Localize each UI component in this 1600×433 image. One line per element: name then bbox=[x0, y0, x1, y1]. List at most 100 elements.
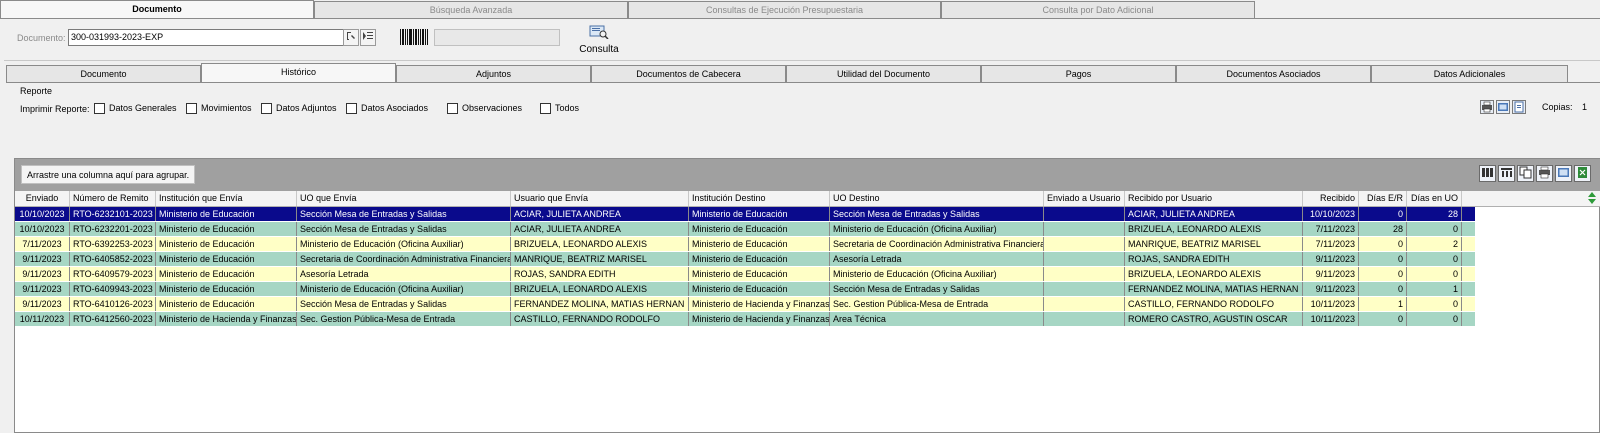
cell-uo-envia[interactable]: Sec. Gestion Pública-Mesa de Entrada bbox=[297, 312, 511, 326]
cell-uo-destino[interactable]: Area Técnica bbox=[830, 312, 1044, 326]
cell-uo-destino[interactable]: Ministerio de Educación (Oficina Auxilia… bbox=[830, 222, 1044, 236]
cell-dias-uo[interactable]: 28 bbox=[1407, 207, 1462, 221]
cell-enviado-usuario[interactable] bbox=[1044, 312, 1125, 326]
cell-enviado-usuario[interactable] bbox=[1044, 297, 1125, 311]
cell-dias-uo[interactable]: 0 bbox=[1407, 222, 1462, 236]
cell-numero-remito[interactable]: RTO-6410126-2023 bbox=[70, 297, 156, 311]
cell-enviado-usuario[interactable] bbox=[1044, 267, 1125, 281]
cell-uo-destino[interactable]: Sec. Gestion Pública-Mesa de Entrada bbox=[830, 297, 1044, 311]
cell-institucion-envia[interactable]: Ministerio de Educación bbox=[156, 237, 297, 251]
cell-recibido[interactable]: 9/11/2023 bbox=[1303, 282, 1359, 296]
cell-dias-er[interactable]: 1 bbox=[1359, 297, 1407, 311]
tab-documentos-cabecera[interactable]: Documentos de Cabecera bbox=[591, 65, 786, 82]
column-header-enviado-usuario[interactable]: Enviado a Usuario bbox=[1044, 191, 1125, 206]
copy-icon[interactable] bbox=[1517, 165, 1534, 182]
cell-enviado-usuario[interactable] bbox=[1044, 252, 1125, 266]
grid-print-icon[interactable] bbox=[1536, 165, 1553, 182]
cell-institucion-destino[interactable]: Ministerio de Hacienda y Finanzas bbox=[689, 297, 830, 311]
column-header-numero-remito[interactable]: Número de Remito bbox=[70, 191, 156, 206]
cell-dias-er[interactable]: 0 bbox=[1359, 207, 1407, 221]
cell-usuario-envia[interactable]: BRIZUELA, LEONARDO ALEXIS bbox=[511, 282, 689, 296]
cell-enviado[interactable]: 9/11/2023 bbox=[15, 297, 70, 311]
cell-enviado[interactable]: 7/11/2023 bbox=[15, 237, 70, 251]
table-row[interactable]: 10/11/2023 RTO-6412560-2023 Ministerio d… bbox=[15, 312, 1475, 327]
cell-enviado-usuario[interactable] bbox=[1044, 237, 1125, 251]
consulta-button[interactable]: Consulta bbox=[573, 25, 625, 59]
cell-institucion-destino[interactable]: Ministerio de Educación bbox=[689, 252, 830, 266]
checkbox-box[interactable] bbox=[447, 102, 458, 114]
cell-uo-destino[interactable]: Asesoría Letrada bbox=[830, 252, 1044, 266]
barcode-input[interactable] bbox=[434, 29, 560, 46]
cell-enviado[interactable]: 10/10/2023 bbox=[15, 207, 70, 221]
cell-uo-destino[interactable]: Ministerio de Educación (Oficina Auxilia… bbox=[830, 267, 1044, 281]
export-excel-icon[interactable] bbox=[1574, 165, 1591, 182]
cell-institucion-destino[interactable]: Ministerio de Educación bbox=[689, 282, 830, 296]
checkbox-box[interactable] bbox=[186, 102, 197, 114]
cell-recibido[interactable]: 9/11/2023 bbox=[1303, 267, 1359, 281]
cell-enviado-usuario[interactable] bbox=[1044, 282, 1125, 296]
cell-usuario-envia[interactable]: ACIAR, JULIETA ANDREA bbox=[511, 207, 689, 221]
cell-dias-uo[interactable]: 0 bbox=[1407, 252, 1462, 266]
document-lookup-button[interactable] bbox=[343, 29, 359, 46]
cell-usuario-envia[interactable]: ACIAR, JULIETA ANDREA bbox=[511, 222, 689, 236]
cell-recibido-usuario[interactable]: ACIAR, JULIETA ANDREA bbox=[1125, 207, 1303, 221]
cell-dias-er[interactable]: 0 bbox=[1359, 312, 1407, 326]
cell-dias-er[interactable]: 0 bbox=[1359, 267, 1407, 281]
cell-institucion-destino[interactable]: Ministerio de Hacienda y Finanzas bbox=[689, 312, 830, 326]
column-header-recibido-usuario[interactable]: Recibido por Usuario bbox=[1125, 191, 1303, 206]
cell-recibido-usuario[interactable]: CASTILLO, FERNANDO RODOLFO bbox=[1125, 297, 1303, 311]
export-report-icon[interactable] bbox=[1512, 100, 1526, 114]
print-preview-icon[interactable] bbox=[1496, 100, 1510, 114]
checkbox-datos-generales[interactable]: Datos Generales bbox=[94, 102, 177, 114]
cell-numero-remito[interactable]: RTO-6409943-2023 bbox=[70, 282, 156, 296]
cell-recibido-usuario[interactable]: BRIZUELA, LEONARDO ALEXIS bbox=[1125, 222, 1303, 236]
cell-dias-er[interactable]: 28 bbox=[1359, 222, 1407, 236]
cell-usuario-envia[interactable]: MANRIQUE, BEATRIZ MARISEL bbox=[511, 252, 689, 266]
table-row[interactable]: 9/11/2023 RTO-6409943-2023 Ministerio de… bbox=[15, 282, 1475, 297]
top-tab-busqueda-avanzada[interactable]: Búsqueda Avanzada bbox=[314, 1, 628, 18]
cell-uo-envia[interactable]: Sección Mesa de Entradas y Salidas bbox=[297, 297, 511, 311]
cell-dias-uo[interactable]: 2 bbox=[1407, 237, 1462, 251]
column-header-dias-uo[interactable]: Días en UO bbox=[1407, 191, 1462, 206]
cell-enviado[interactable]: 9/11/2023 bbox=[15, 282, 70, 296]
table-row[interactable]: 9/11/2023 RTO-6409579-2023 Ministerio de… bbox=[15, 267, 1475, 282]
cell-numero-remito[interactable]: RTO-6232201-2023 bbox=[70, 222, 156, 236]
cell-institucion-destino[interactable]: Ministerio de Educación bbox=[689, 267, 830, 281]
checkbox-box[interactable] bbox=[540, 102, 551, 114]
cell-dias-er[interactable]: 0 bbox=[1359, 237, 1407, 251]
top-tab-consultas-ejecucion[interactable]: Consultas de Ejecución Presupuestaria bbox=[628, 1, 941, 18]
cell-dias-er[interactable]: 0 bbox=[1359, 282, 1407, 296]
cell-usuario-envia[interactable]: FERNANDEZ MOLINA, MATIAS HERNAN bbox=[511, 297, 689, 311]
column-header-enviado[interactable]: Enviado bbox=[15, 191, 70, 206]
copias-input[interactable]: 1 bbox=[1582, 102, 1587, 112]
filter-row-icon[interactable] bbox=[1498, 165, 1515, 182]
cell-recibido[interactable]: 9/11/2023 bbox=[1303, 252, 1359, 266]
tab-utilidad-documento[interactable]: Utilidad del Documento bbox=[786, 65, 981, 82]
tab-documentos-asociados[interactable]: Documentos Asociados bbox=[1176, 65, 1371, 82]
cell-institucion-envia[interactable]: Ministerio de Educación bbox=[156, 282, 297, 296]
column-header-uo-envia[interactable]: UO que Envía bbox=[297, 191, 511, 206]
cell-recibido-usuario[interactable]: FERNANDEZ MOLINA, MATIAS HERNAN bbox=[1125, 282, 1303, 296]
sort-arrows-icon[interactable] bbox=[1587, 192, 1597, 204]
cell-institucion-envia[interactable]: Ministerio de Hacienda y Finanzas bbox=[156, 312, 297, 326]
cell-uo-destino[interactable]: Secretaria de Coordinación Administrativ… bbox=[830, 237, 1044, 251]
cell-institucion-envia[interactable]: Ministerio de Educación bbox=[156, 297, 297, 311]
column-chooser-icon[interactable] bbox=[1479, 165, 1496, 182]
document-input[interactable]: 300-031993-2023-EXP bbox=[68, 29, 348, 46]
cell-usuario-envia[interactable]: ROJAS, SANDRA EDITH bbox=[511, 267, 689, 281]
top-tab-consulta-dato-adicional[interactable]: Consulta por Dato Adicional bbox=[941, 1, 1255, 18]
checkbox-box[interactable] bbox=[261, 102, 272, 114]
cell-dias-uo[interactable]: 1 bbox=[1407, 282, 1462, 296]
cell-uo-envia[interactable]: Sección Mesa de Entradas y Salidas bbox=[297, 207, 511, 221]
cell-institucion-envia[interactable]: Ministerio de Educación bbox=[156, 252, 297, 266]
cell-enviado-usuario[interactable] bbox=[1044, 207, 1125, 221]
cell-numero-remito[interactable]: RTO-6392253-2023 bbox=[70, 237, 156, 251]
cell-dias-uo[interactable]: 0 bbox=[1407, 297, 1462, 311]
table-row[interactable]: 7/11/2023 RTO-6392253-2023 Ministerio de… bbox=[15, 237, 1475, 252]
cell-institucion-envia[interactable]: Ministerio de Educación bbox=[156, 222, 297, 236]
cell-uo-destino[interactable]: Sección Mesa de Entradas y Salidas bbox=[830, 282, 1044, 296]
cell-enviado-usuario[interactable] bbox=[1044, 222, 1125, 236]
cell-recibido-usuario[interactable]: MANRIQUE, BEATRIZ MARISEL bbox=[1125, 237, 1303, 251]
cell-numero-remito[interactable]: RTO-6409579-2023 bbox=[70, 267, 156, 281]
cell-enviado[interactable]: 10/10/2023 bbox=[15, 222, 70, 236]
